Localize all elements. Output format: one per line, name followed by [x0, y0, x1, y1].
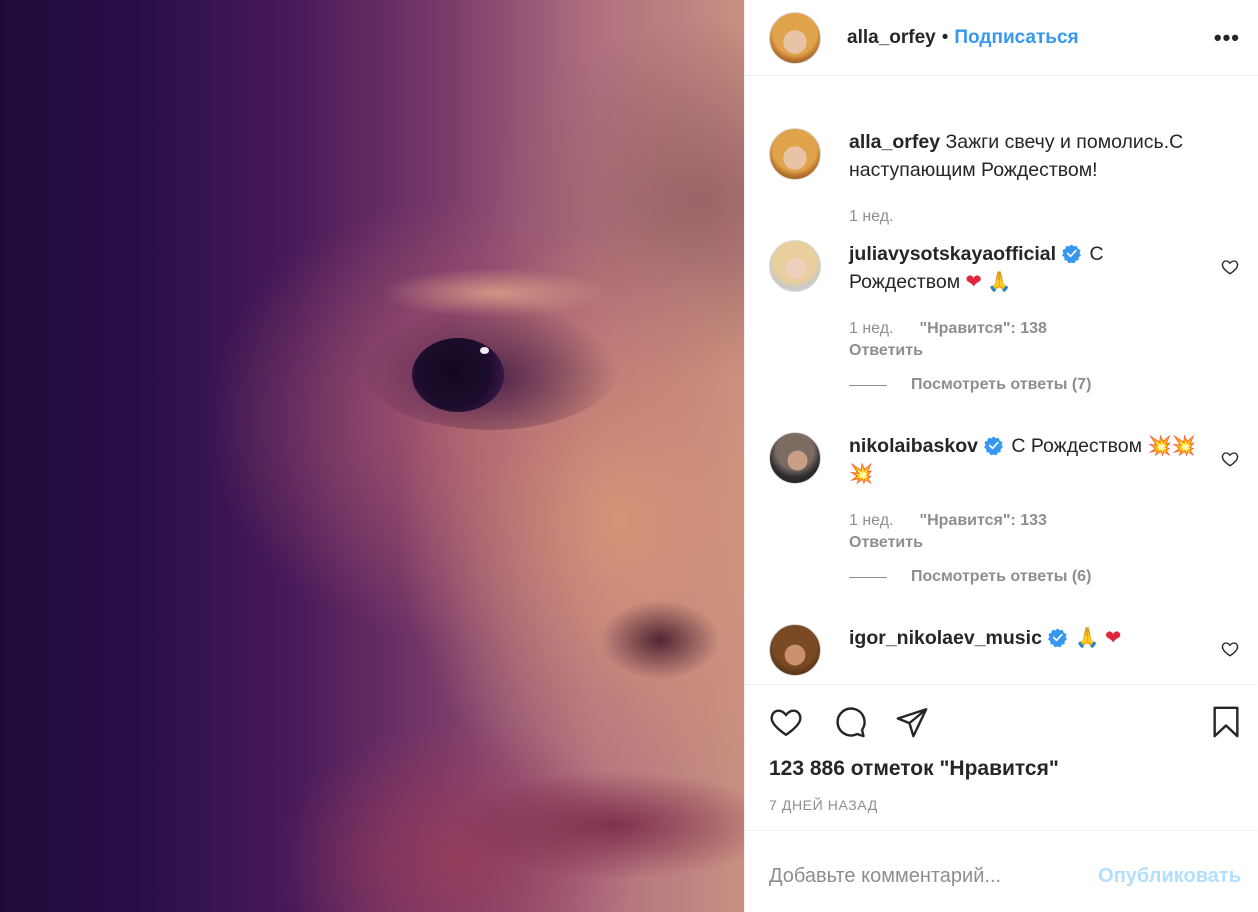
- paper-plane-icon[interactable]: [895, 705, 929, 739]
- red-heart-emoji: ❤: [1105, 626, 1122, 649]
- heart-outline-icon[interactable]: [769, 705, 803, 739]
- comment-text: С Рождеством: [1011, 435, 1143, 457]
- comment-bubble-icon[interactable]: [833, 705, 867, 739]
- author-avatar[interactable]: [769, 11, 821, 64]
- comment-body: nikolaibaskov С Рождеством 💥💥💥: [849, 432, 1214, 488]
- comment-avatar[interactable]: [769, 240, 821, 292]
- comment-avatar[interactable]: [769, 432, 821, 484]
- comment-like-heart-icon[interactable]: [1221, 450, 1239, 468]
- reply-button[interactable]: Ответить: [849, 342, 923, 360]
- caption-username[interactable]: alla_orfey: [849, 131, 940, 153]
- comment-meta: 1 нед. "Нравится": 133: [849, 512, 1047, 530]
- follow-button[interactable]: Подписаться: [954, 27, 1078, 49]
- post-header: alla_orfey • Подписаться •••: [745, 0, 1258, 76]
- praying-hands-emoji: 🙏: [987, 270, 1012, 293]
- caption-time-text[interactable]: 1 нед.: [849, 208, 894, 225]
- view-replies-button[interactable]: Посмотреть ответы (6): [849, 568, 1091, 586]
- collision-emoji: 💥: [849, 462, 874, 485]
- comment-input[interactable]: Добавьте комментарий...: [769, 865, 1001, 888]
- bookmark-icon[interactable]: [1209, 705, 1243, 739]
- red-heart-emoji: ❤: [965, 270, 982, 293]
- post-photo[interactable]: [0, 0, 744, 912]
- comment-username[interactable]: igor_nikolaev_music: [849, 627, 1042, 649]
- photo-nose: [600, 600, 720, 680]
- comment-username[interactable]: juliavysotskayaofficial: [849, 243, 1056, 265]
- comment-time[interactable]: 1 нед.: [849, 512, 894, 529]
- likes-count[interactable]: 123 886 отметок "Нравится": [769, 757, 1059, 781]
- collision-emoji: 💥: [1171, 434, 1196, 457]
- view-replies-label[interactable]: Посмотреть ответы (6): [911, 568, 1091, 586]
- caption-body: alla_orfey Зажги свечу и помолись.С наст…: [849, 128, 1214, 184]
- more-horizontal-icon[interactable]: •••: [1214, 27, 1240, 49]
- comment-username[interactable]: nikolaibaskov: [849, 435, 978, 457]
- comment-like-heart-icon[interactable]: [1221, 640, 1239, 658]
- caption-avatar[interactable]: [769, 128, 821, 180]
- add-comment-bar: Добавьте комментарий... Опубликовать: [745, 830, 1257, 912]
- comment-meta: 1 нед. "Нравится": 138: [849, 320, 1047, 338]
- comment-body: igor_nikolaev_music 🙏 ❤: [849, 624, 1214, 652]
- instagram-post: alla_orfey • Подписаться ••• alla_orfey …: [0, 0, 1258, 912]
- view-replies-label[interactable]: Посмотреть ответы (7): [911, 376, 1091, 394]
- caption-time[interactable]: 1 нед.: [849, 208, 894, 226]
- comment-body: juliavysotskayaofficial С Рождеством ❤ 🙏: [849, 240, 1214, 296]
- comment-likes[interactable]: "Нравится": 138: [920, 320, 1047, 337]
- header-separator: •: [941, 26, 949, 48]
- verified-badge-icon: [983, 436, 1003, 455]
- post-actions: 123 886 отметок "Нравится" 7 ДНЕЙ НАЗАД: [745, 684, 1257, 825]
- reply-button[interactable]: Ответить: [849, 534, 923, 552]
- comment-avatar[interactable]: [769, 624, 821, 676]
- verified-badge-icon: [1047, 628, 1067, 647]
- collision-emoji: 💥: [1147, 434, 1172, 457]
- comment-time[interactable]: 1 нед.: [849, 320, 894, 337]
- author-username[interactable]: alla_orfey: [847, 27, 936, 49]
- comment-like-heart-icon[interactable]: [1221, 258, 1239, 276]
- photo-lips: [450, 770, 744, 880]
- view-replies-button[interactable]: Посмотреть ответы (7): [849, 376, 1091, 394]
- praying-hands-emoji: 🙏: [1075, 626, 1100, 649]
- view-replies-line: [849, 576, 887, 578]
- comments-list[interactable]: alla_orfey Зажги свечу и помолись.С наст…: [745, 76, 1257, 684]
- comment-likes[interactable]: "Нравится": 133: [920, 512, 1047, 529]
- photo-iris: [412, 338, 504, 412]
- post-time-ago[interactable]: 7 ДНЕЙ НАЗАД: [769, 797, 878, 813]
- publish-button[interactable]: Опубликовать: [1098, 865, 1241, 888]
- view-replies-line: [849, 384, 887, 386]
- verified-badge-icon: [1062, 244, 1082, 263]
- post-side-panel: alla_orfey • Подписаться ••• alla_orfey …: [744, 0, 1258, 912]
- photo-eye-glint: [480, 347, 489, 354]
